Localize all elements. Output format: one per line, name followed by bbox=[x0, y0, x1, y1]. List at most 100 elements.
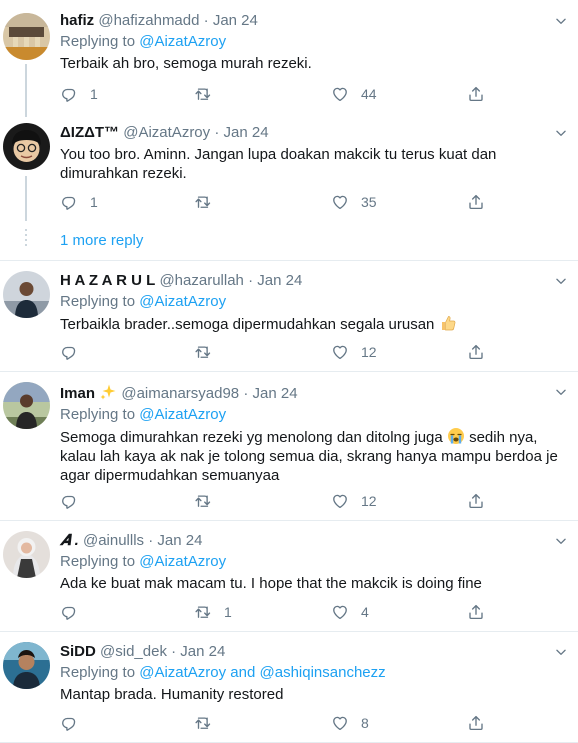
tweet-date[interactable]: Jan 24 bbox=[224, 124, 269, 141]
user-handle[interactable]: @AizatAzroy bbox=[123, 124, 210, 141]
reply-button[interactable] bbox=[60, 342, 90, 362]
tweet[interactable]: Iman @aimanarsyad98 · Jan 24 Replying to… bbox=[0, 372, 578, 521]
tweet-date[interactable]: Jan 24 bbox=[213, 12, 258, 29]
avatar[interactable] bbox=[3, 271, 50, 318]
tweet-date[interactable]: Jan 24 bbox=[257, 272, 302, 289]
like-button[interactable]: 8 bbox=[331, 713, 369, 733]
reply-count: 1 bbox=[90, 86, 98, 102]
share-icon bbox=[467, 193, 485, 211]
retweet-button[interactable]: 1 bbox=[194, 602, 232, 622]
share-icon bbox=[467, 343, 485, 361]
like-icon bbox=[331, 714, 349, 732]
reply-icon bbox=[60, 603, 78, 621]
share-button[interactable] bbox=[467, 342, 485, 362]
display-name[interactable]: 𝑨 . bbox=[60, 532, 79, 549]
user-handle[interactable]: @ainullls bbox=[83, 532, 144, 549]
replying-to-label: Replying to bbox=[60, 406, 136, 423]
share-button[interactable] bbox=[467, 84, 485, 104]
replying-to-label: Replying to bbox=[60, 33, 136, 50]
like-button[interactable]: 4 bbox=[331, 602, 369, 622]
retweet-icon bbox=[194, 85, 212, 103]
share-icon bbox=[467, 714, 485, 732]
replying-to: Replying to @AizatAzroy bbox=[60, 32, 564, 52]
tweet-text: Terbaik ah bro, semoga murah rezeki. bbox=[60, 55, 312, 72]
tweet[interactable]: SiDD @sid_dek · Jan 24 Replying to @Aiza… bbox=[0, 632, 578, 743]
chevron-down-icon[interactable] bbox=[554, 14, 568, 28]
separator-dot: · bbox=[243, 385, 249, 402]
tweet[interactable]: H A Z A R U L @hazarullah · Jan 24 Reply… bbox=[0, 261, 578, 372]
replying-to: Replying to @AizatAzroy and @ashiqinsanc… bbox=[60, 663, 564, 683]
avatar[interactable] bbox=[3, 531, 50, 578]
display-name[interactable]: Iman bbox=[60, 385, 95, 402]
like-button[interactable]: 12 bbox=[331, 342, 377, 362]
reply-button[interactable] bbox=[60, 602, 90, 622]
retweet-button[interactable] bbox=[194, 713, 224, 733]
display-name[interactable]: hafiz bbox=[60, 12, 94, 29]
like-icon bbox=[331, 603, 349, 621]
mention-link[interactable]: @AizatAzroy bbox=[139, 406, 226, 423]
reply-button[interactable] bbox=[60, 491, 90, 511]
display-name[interactable]: ΔIZΔT™ bbox=[60, 124, 119, 141]
user-handle[interactable]: @aimanarsyad98 bbox=[121, 385, 239, 402]
avatar[interactable] bbox=[3, 642, 50, 689]
mention-link[interactable]: @AizatAzroy bbox=[139, 553, 226, 570]
like-button[interactable]: 35 bbox=[331, 192, 377, 212]
chevron-down-icon[interactable] bbox=[554, 274, 568, 288]
reply-icon bbox=[60, 492, 78, 510]
display-name[interactable]: SiDD bbox=[60, 643, 96, 660]
avatar[interactable] bbox=[3, 13, 50, 60]
reply-button[interactable]: 1 bbox=[60, 192, 98, 212]
thumbs-up-emoji bbox=[441, 316, 455, 331]
reply-button[interactable]: 1 bbox=[60, 84, 98, 104]
share-button[interactable] bbox=[467, 713, 485, 733]
like-icon bbox=[331, 193, 349, 211]
user-handle[interactable]: @hafizahmadd bbox=[98, 12, 199, 29]
retweet-button[interactable] bbox=[194, 491, 224, 511]
like-button[interactable]: 44 bbox=[331, 84, 377, 104]
reply-button[interactable] bbox=[60, 713, 90, 733]
reply-icon bbox=[60, 85, 78, 103]
replying-to: Replying to @AizatAzroy bbox=[60, 292, 564, 312]
chevron-down-icon[interactable] bbox=[554, 385, 568, 399]
tweet-date[interactable]: Jan 24 bbox=[180, 643, 225, 660]
user-handle[interactable]: @hazarullah bbox=[159, 272, 243, 289]
like-count: 8 bbox=[361, 715, 369, 731]
avatar[interactable] bbox=[3, 382, 50, 429]
mention-link[interactable]: @AizatAzroy bbox=[139, 293, 226, 310]
tweet[interactable]: ΔIZΔT™ @AizatAzroy · Jan 24 You too bro.… bbox=[0, 113, 578, 261]
show-more-replies-link[interactable]: 1 more reply bbox=[60, 232, 143, 249]
avatar[interactable] bbox=[3, 123, 50, 170]
sparkles-emoji bbox=[100, 384, 116, 400]
retweet-icon bbox=[194, 492, 212, 510]
retweet-button[interactable] bbox=[194, 342, 224, 362]
tweet-date[interactable]: Jan 24 bbox=[253, 385, 298, 402]
tweet[interactable]: hafiz @hafizahmadd · Jan 24 Replying to … bbox=[0, 0, 578, 117]
separator-dot: · bbox=[171, 643, 177, 660]
like-button[interactable]: 12 bbox=[331, 491, 377, 511]
tweet-text: Terbaikla brader..semoga dipermudahkan s… bbox=[60, 316, 435, 333]
mention-link[interactable]: @AizatAzroy bbox=[139, 33, 226, 50]
display-name[interactable]: H A Z A R U L bbox=[60, 272, 155, 289]
separator-dot: · bbox=[214, 124, 220, 141]
retweet-button[interactable] bbox=[194, 84, 224, 104]
tweet-date[interactable]: Jan 24 bbox=[157, 532, 202, 549]
tweet[interactable]: 𝑨 . @ainullls · Jan 24 Replying to @Aiza… bbox=[0, 521, 578, 632]
retweet-count: 1 bbox=[224, 604, 232, 620]
retweet-icon bbox=[194, 603, 212, 621]
like-icon bbox=[331, 492, 349, 510]
retweet-button[interactable] bbox=[194, 192, 224, 212]
replying-to-label: Replying to bbox=[60, 664, 136, 681]
chevron-down-icon[interactable] bbox=[554, 645, 568, 659]
share-button[interactable] bbox=[467, 192, 485, 212]
like-count: 35 bbox=[361, 194, 377, 210]
share-button[interactable] bbox=[467, 491, 485, 511]
share-button[interactable] bbox=[467, 602, 485, 622]
mention-link[interactable]: @AizatAzroy and @ashiqinsanchezz bbox=[139, 664, 385, 681]
chevron-down-icon[interactable] bbox=[554, 126, 568, 140]
chevron-down-icon[interactable] bbox=[554, 534, 568, 548]
reply-count: 1 bbox=[90, 194, 98, 210]
like-count: 44 bbox=[361, 86, 377, 102]
user-handle[interactable]: @sid_dek bbox=[100, 643, 167, 660]
crying-emoji bbox=[447, 428, 464, 444]
share-icon bbox=[467, 603, 485, 621]
